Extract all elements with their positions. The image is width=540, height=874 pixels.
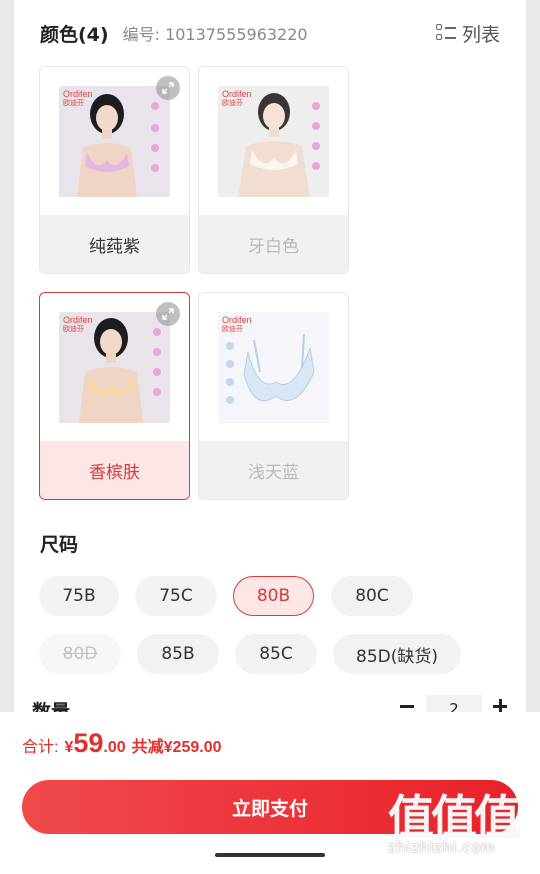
brand-logo: Ordifen 欧迪芬 [63, 89, 93, 107]
list-view-label: 列表 [461, 23, 500, 46]
color-option-label: 浅天蓝 [199, 441, 348, 499]
color-option-label: 牙白色 [199, 215, 348, 273]
color-option-1[interactable]: Ordifen 欧迪芬 牙白色 [198, 66, 349, 274]
checkout-footer: 合计: ¥ 59 .00 共减¥259.00 立即支付 值值值 zhizhizh… [0, 712, 540, 874]
price-decimal: .00 [103, 739, 126, 756]
product-photo: Ordifen 欧迪芬 [59, 312, 170, 423]
color-option-3[interactable]: Ordifen 欧迪芬 浅天蓝 [198, 292, 349, 500]
color-option-label: 纯莼紫 [40, 215, 189, 273]
increase-quantity-button[interactable] [493, 699, 507, 713]
size-option-80B[interactable]: 80B [233, 576, 314, 616]
size-section-title: 尺码 [40, 534, 79, 556]
product-sku-number: 编号: 10137555963220 [122, 25, 308, 44]
color-section-title: 颜色(4) [40, 23, 109, 46]
watermark-logo: 值值值 [388, 790, 520, 844]
product-photo: Ordifen 欧迪芬 [218, 86, 329, 197]
quantity-stepper: 2 [396, 694, 508, 719]
size-option-80C[interactable]: 80C [331, 576, 413, 616]
decrease-quantity-button[interactable] [400, 699, 414, 713]
color-option-label: 香槟肤 [40, 441, 189, 499]
currency-symbol: ¥ [64, 739, 74, 756]
expand-image-button[interactable] [156, 302, 180, 326]
size-option-80D[interactable]: 80D [39, 634, 121, 674]
product-photo: Ordifen 欧迪芬 [218, 312, 329, 423]
size-option-85D[interactable]: 85D(缺货) [333, 634, 461, 674]
size-option-85B[interactable]: 85B [137, 634, 219, 674]
size-option-85C[interactable]: 85C [235, 634, 317, 674]
expand-image-button[interactable] [156, 76, 180, 100]
brand-logo: Ordifen 欧迪芬 [222, 89, 252, 107]
size-option-75B[interactable]: 75B [39, 576, 119, 616]
size-option-75C[interactable]: 75C [135, 576, 217, 616]
color-option-2[interactable]: Ordifen 欧迪芬 香槟肤 [39, 292, 190, 500]
brand-logo: Ordifen 欧迪芬 [63, 315, 93, 333]
color-section-header: 颜色(4) 编号: 10137555963220 列表 [40, 20, 500, 46]
color-option-0[interactable]: Ordifen 欧迪芬 纯莼紫 [39, 66, 190, 274]
total-label: 合计: [22, 739, 59, 756]
product-photo: Ordifen 欧迪芬 [59, 86, 170, 197]
brand-logo: Ordifen 欧迪芬 [222, 315, 252, 333]
list-view-toggle[interactable]: 列表 [435, 20, 500, 46]
expand-icon [162, 308, 174, 320]
price-integer: 59 [73, 728, 104, 758]
order-total: 合计: ¥ 59 .00 共减¥259.00 [22, 728, 222, 759]
home-indicator[interactable] [215, 853, 325, 857]
list-view-icon [435, 23, 456, 43]
discount-amount: 共减¥259.00 [131, 739, 222, 756]
watermark: 值值值 zhizhizhi.com [388, 794, 533, 866]
expand-icon [162, 82, 174, 94]
